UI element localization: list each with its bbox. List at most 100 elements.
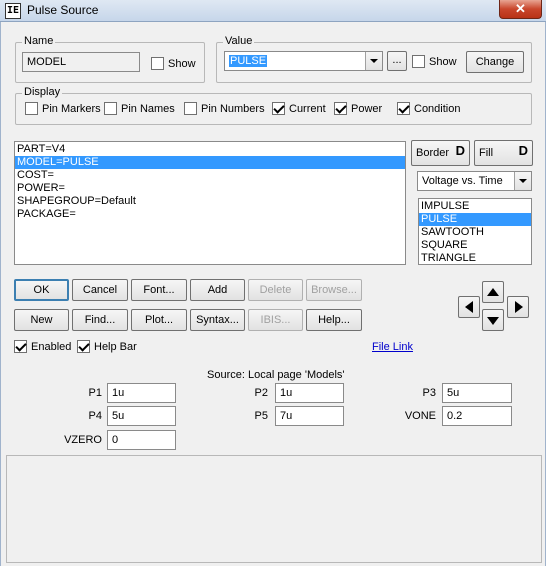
- browse-button[interactable]: Browse...: [306, 279, 362, 301]
- file-link[interactable]: File Link: [372, 341, 413, 353]
- app-icon: IE: [5, 3, 21, 19]
- pin-numbers-checkbox[interactable]: Pin Numbers: [184, 102, 265, 115]
- p3-label: P3: [422, 387, 436, 399]
- model-type-list[interactable]: IMPULSE PULSE SAWTOOTH SQUARE TRIANGLE: [418, 198, 532, 265]
- syntax-button[interactable]: Syntax...: [190, 309, 245, 331]
- pin-names-box[interactable]: [104, 102, 117, 115]
- p2-input[interactable]: 1u: [275, 383, 344, 403]
- p3-input[interactable]: 5u: [442, 383, 512, 403]
- power-box[interactable]: [334, 102, 347, 115]
- list-item[interactable]: TRIANGLE: [419, 252, 531, 264]
- window-title: Pulse Source: [27, 3, 99, 17]
- enabled-label: Enabled: [31, 340, 72, 353]
- help-button[interactable]: Help...: [306, 309, 362, 331]
- arrow-up-icon: [487, 288, 499, 296]
- pin-markers-box[interactable]: [25, 102, 38, 115]
- move-down-button[interactable]: [482, 309, 504, 331]
- help-bar-box[interactable]: [77, 340, 90, 353]
- pin-names-checkbox[interactable]: Pin Names: [104, 102, 175, 115]
- delete-button[interactable]: Delete: [248, 279, 303, 301]
- new-button[interactable]: New: [14, 309, 69, 331]
- list-item[interactable]: COST=: [15, 169, 405, 182]
- condition-checkbox[interactable]: Condition: [397, 102, 460, 115]
- fill-button[interactable]: Fill D: [474, 140, 533, 166]
- move-up-button[interactable]: [482, 281, 504, 303]
- name-show-box[interactable]: [151, 57, 164, 70]
- name-show-label: Show: [168, 57, 196, 70]
- p5-label: P5: [254, 410, 268, 422]
- list-item[interactable]: PART=V4: [15, 143, 405, 156]
- power-label: Power: [351, 102, 383, 115]
- source-label: Source: Local page 'Models': [207, 369, 345, 381]
- value-dropdown-button[interactable]: [365, 52, 382, 70]
- plot-button[interactable]: Plot...: [131, 309, 187, 331]
- value-group-label: Value: [223, 35, 255, 47]
- pen-icon: D: [455, 143, 465, 158]
- help-bar-checkbox[interactable]: Help Bar: [77, 340, 137, 353]
- help-bar-panel: [6, 455, 542, 563]
- value-show-label: Show: [429, 55, 457, 68]
- vzero-input[interactable]: 0: [107, 430, 176, 450]
- current-checkbox[interactable]: Current: [272, 102, 326, 115]
- p1-input[interactable]: 1u: [107, 383, 176, 403]
- value-show-checkbox[interactable]: Show: [412, 55, 457, 68]
- ibis-button[interactable]: IBIS...: [248, 309, 303, 331]
- name-show-checkbox[interactable]: Show: [151, 57, 196, 70]
- chevron-down-icon: [370, 59, 378, 63]
- plot-type-value: Voltage vs. Time: [422, 175, 503, 187]
- list-item-selected[interactable]: PULSE: [419, 213, 531, 226]
- list-item[interactable]: SAWTOOTH: [419, 226, 531, 239]
- vzero-label: VZERO: [64, 434, 102, 446]
- list-item-selected[interactable]: MODEL=PULSE: [15, 156, 405, 169]
- arrow-left-icon: [465, 301, 473, 313]
- pin-markers-checkbox[interactable]: Pin Markers: [25, 102, 101, 115]
- current-box[interactable]: [272, 102, 285, 115]
- pin-numbers-box[interactable]: [184, 102, 197, 115]
- condition-box[interactable]: [397, 102, 410, 115]
- pen-icon: D: [518, 143, 528, 158]
- arrow-right-icon: [515, 301, 523, 313]
- p5-input[interactable]: 7u: [275, 406, 344, 426]
- p2-label: P2: [254, 387, 268, 399]
- find-button[interactable]: Find...: [72, 309, 128, 331]
- move-right-button[interactable]: [507, 296, 529, 318]
- pin-markers-label: Pin Markers: [42, 102, 101, 115]
- cancel-button[interactable]: Cancel: [72, 279, 128, 301]
- enabled-box[interactable]: [14, 340, 27, 353]
- power-checkbox[interactable]: Power: [334, 102, 382, 115]
- p1-label: P1: [88, 387, 102, 399]
- condition-label: Condition: [414, 102, 461, 115]
- border-button[interactable]: Border D: [411, 140, 470, 166]
- list-item[interactable]: POWER=: [15, 182, 405, 195]
- p4-label: P4: [88, 410, 102, 422]
- border-label: Border: [416, 147, 450, 159]
- p4-input[interactable]: 5u: [107, 406, 176, 426]
- add-button[interactable]: Add: [190, 279, 245, 301]
- value-combo[interactable]: PULSE: [224, 51, 383, 71]
- help-bar-label: Help Bar: [94, 340, 137, 353]
- arrow-down-icon: [487, 317, 499, 325]
- list-item[interactable]: SQUARE: [419, 239, 531, 252]
- value-show-box[interactable]: [412, 55, 425, 68]
- change-button[interactable]: Change: [466, 51, 524, 73]
- plot-type-dropdown-button[interactable]: [514, 172, 531, 190]
- ok-button[interactable]: OK: [14, 279, 69, 301]
- vone-label: VONE: [404, 410, 436, 422]
- vone-input[interactable]: 0.2: [442, 406, 512, 426]
- chevron-down-icon: [519, 179, 527, 183]
- close-icon: ✕: [515, 1, 526, 16]
- display-group-label: Display: [22, 86, 63, 98]
- enabled-checkbox[interactable]: Enabled: [14, 340, 71, 353]
- attribute-list[interactable]: PART=V4 MODEL=PULSE COST= POWER= SHAPEGR…: [14, 141, 406, 265]
- value-browse-button[interactable]: ...: [387, 51, 407, 71]
- list-item[interactable]: SHAPEGROUP=Default: [15, 195, 405, 208]
- close-button[interactable]: ✕: [499, 0, 542, 19]
- pin-numbers-label: Pin Numbers: [201, 102, 265, 115]
- current-label: Current: [289, 102, 326, 115]
- value-text: PULSE: [229, 55, 268, 67]
- list-item[interactable]: IMPULSE: [419, 200, 531, 213]
- font-button[interactable]: Font...: [131, 279, 187, 301]
- name-field[interactable]: MODEL: [22, 52, 140, 72]
- move-left-button[interactable]: [458, 296, 480, 318]
- list-item[interactable]: PACKAGE=: [15, 208, 405, 221]
